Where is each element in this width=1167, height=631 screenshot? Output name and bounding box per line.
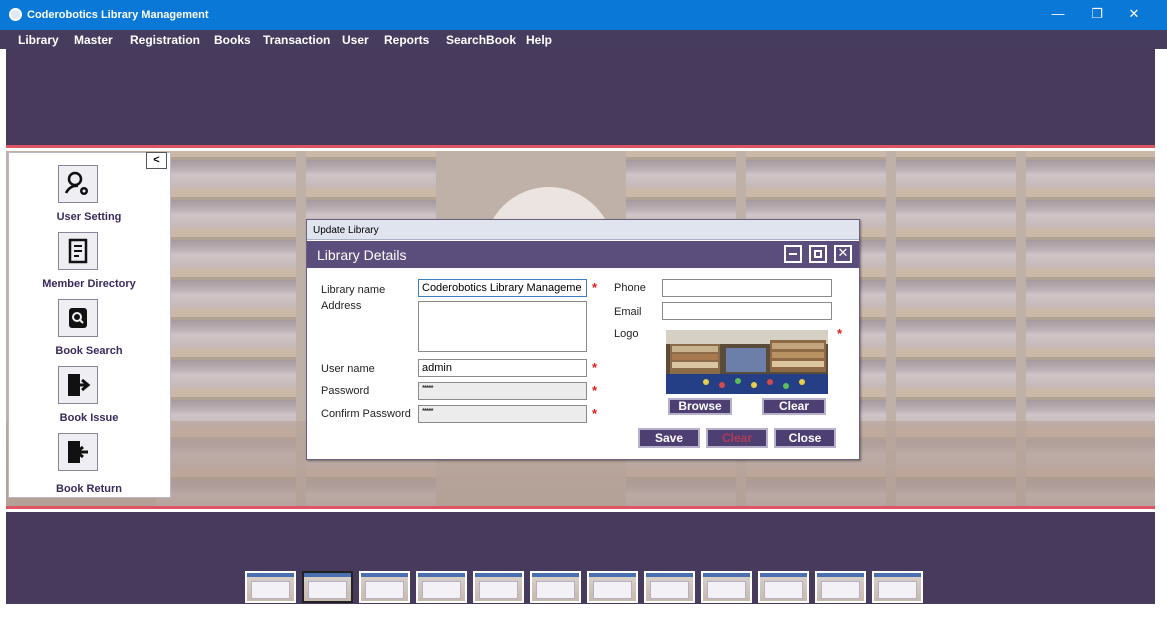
- title-bar: Coderobotics Library Management — ❐ ✕: [0, 0, 1167, 30]
- dialog-header: Library Details ✕: [307, 241, 859, 268]
- address-label: Address: [321, 300, 362, 312]
- password-field[interactable]: *****: [418, 382, 587, 400]
- phone-field[interactable]: [662, 279, 832, 297]
- sidebar-item-label: Book Return: [56, 483, 122, 495]
- menu-reports[interactable]: Reports: [384, 33, 429, 47]
- header-band: [6, 49, 1155, 145]
- browse-button[interactable]: Browse: [668, 398, 732, 415]
- username-label: User name: [321, 363, 375, 375]
- thumbnail[interactable]: [245, 571, 296, 603]
- menu-searchbook[interactable]: SearchBook: [446, 33, 516, 47]
- email-label: Email: [614, 306, 642, 318]
- sidebar: User Setting Member Directory Book Searc…: [8, 152, 171, 498]
- dialog-title-bar: Update Library: [307, 220, 859, 240]
- close-dialog-button[interactable]: ✕: [834, 245, 852, 263]
- library-name-field[interactable]: Coderobotics Library Manageme: [418, 279, 587, 297]
- directory-icon: [58, 232, 98, 270]
- search-icon: [58, 299, 98, 337]
- sidebar-item-label: User Setting: [56, 211, 122, 223]
- user-gear-icon: [58, 165, 98, 203]
- thumbnail[interactable]: [416, 571, 467, 603]
- menu-bar: Library Master Registration Books Transa…: [0, 30, 1167, 49]
- window-title: Coderobotics Library Management: [27, 9, 209, 21]
- email-field[interactable]: [662, 302, 832, 320]
- close-window-button[interactable]: ✕: [1116, 0, 1152, 30]
- thumbnail[interactable]: [815, 571, 866, 603]
- collapse-sidebar-button[interactable]: <: [146, 152, 167, 169]
- divider: [6, 506, 1155, 509]
- maximize-dialog-button[interactable]: [809, 245, 827, 263]
- phone-label: Phone: [614, 282, 646, 294]
- required-mark: *: [837, 326, 843, 341]
- dialog-heading: Library Details: [317, 247, 407, 263]
- thumbnail[interactable]: [701, 571, 752, 603]
- thumbnail[interactable]: [530, 571, 581, 603]
- menu-library[interactable]: Library: [18, 33, 59, 47]
- required-mark: *: [592, 383, 598, 398]
- update-library-dialog: Update Library Library Details ✕ Library…: [306, 219, 860, 460]
- username-field[interactable]: admin: [418, 359, 587, 377]
- clear-logo-button[interactable]: Clear: [762, 398, 826, 415]
- thumbnail[interactable]: [644, 571, 695, 603]
- dialog-window-title: Update Library: [313, 225, 379, 236]
- minimize-button[interactable]: —: [1040, 0, 1076, 30]
- thumbnail[interactable]: [872, 571, 923, 603]
- app-icon: [9, 8, 22, 21]
- divider: [6, 145, 1155, 148]
- menu-user[interactable]: User: [342, 33, 369, 47]
- menu-help[interactable]: Help: [526, 33, 552, 47]
- thumbnail[interactable]: [587, 571, 638, 603]
- issue-icon: [58, 366, 98, 404]
- confirm-password-label: Confirm Password: [321, 408, 411, 420]
- confirm-password-field[interactable]: *****: [418, 405, 587, 423]
- sidebar-item-label: Member Directory: [42, 278, 136, 290]
- logo-image: [666, 330, 828, 394]
- menu-transaction[interactable]: Transaction: [263, 33, 330, 47]
- menu-registration[interactable]: Registration: [130, 33, 200, 47]
- thumbnail[interactable]: [758, 571, 809, 603]
- thumbnail[interactable]: [473, 571, 524, 603]
- required-mark: *: [592, 280, 598, 295]
- restore-button[interactable]: ❐: [1079, 0, 1115, 30]
- return-icon: [58, 433, 98, 471]
- password-label: Password: [321, 385, 370, 397]
- minimize-dialog-button[interactable]: [784, 245, 802, 263]
- library-name-label: Library name: [321, 284, 386, 296]
- close-button[interactable]: Close: [774, 428, 836, 448]
- thumbnail[interactable]: [359, 571, 410, 603]
- clear-button[interactable]: Clear: [706, 428, 768, 448]
- save-button[interactable]: Save: [638, 428, 700, 448]
- sidebar-item-label: Book Search: [55, 345, 123, 357]
- logo-label: Logo: [614, 328, 639, 340]
- menu-master[interactable]: Master: [74, 33, 113, 47]
- required-mark: *: [592, 360, 598, 375]
- menu-books[interactable]: Books: [214, 33, 251, 47]
- sidebar-item-label: Book Issue: [59, 412, 119, 424]
- required-mark: *: [592, 406, 598, 421]
- address-field[interactable]: [418, 301, 587, 352]
- thumbnail[interactable]: [302, 571, 353, 603]
- status-strip: [6, 604, 1155, 619]
